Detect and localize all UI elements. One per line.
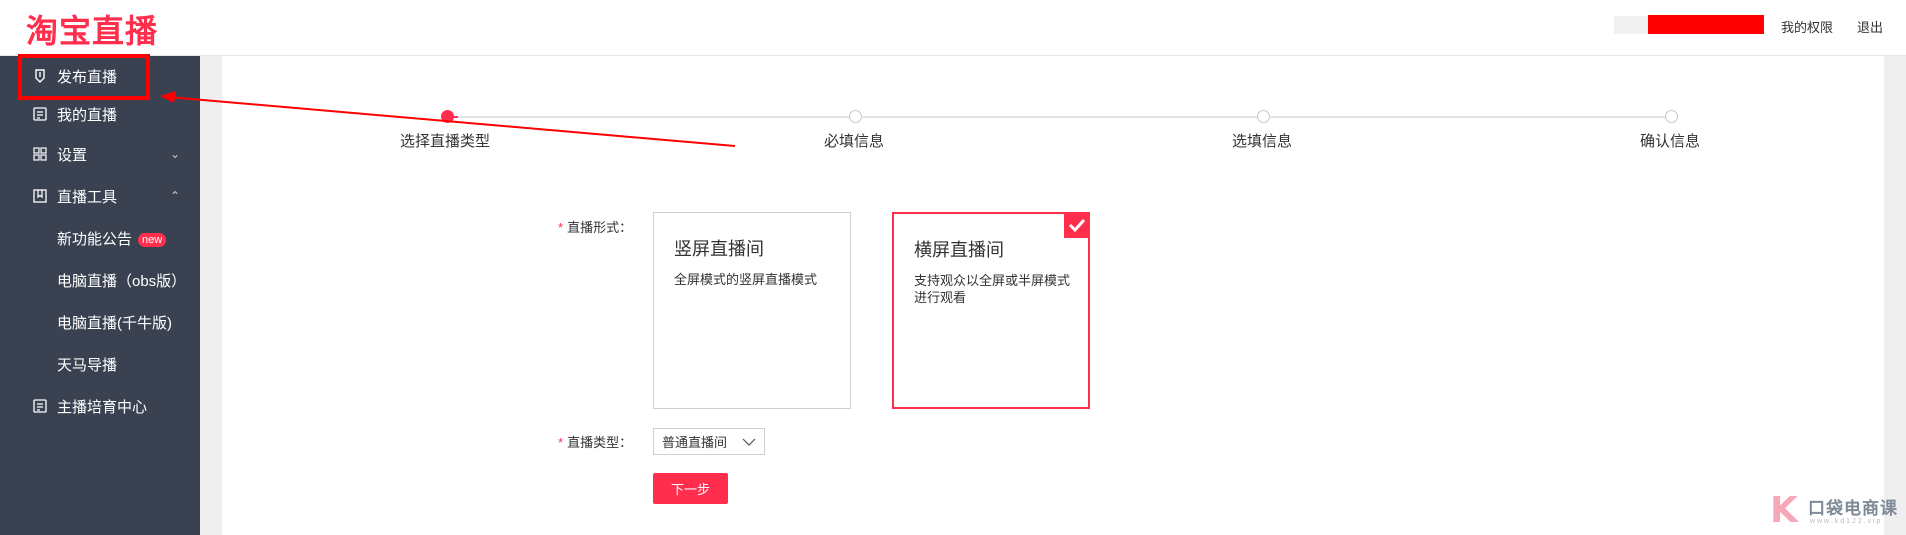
sidebar-item-label: 设置 [57, 146, 88, 164]
live-type-select[interactable]: 普通直播间 [653, 428, 765, 455]
step-dot-2 [849, 110, 862, 123]
sidebar-item-anchor-training[interactable]: 主播培育中心 [0, 386, 200, 426]
required-mark: * [558, 435, 564, 450]
required-mark: * [558, 220, 564, 235]
sidebar-item-live-tools[interactable]: 直播工具 ⌃ [0, 176, 200, 216]
taobao-live-logo[interactable]: 淘宝直播 [26, 6, 158, 52]
sidebar-subitem-text: 新功能公告 new [57, 228, 167, 249]
document-icon [32, 106, 48, 122]
live-type-label-text: 直播类型： [567, 435, 633, 450]
top-header: 淘宝直播 我的权限 退出 [0, 0, 1906, 56]
step-dot-3 [1257, 110, 1270, 123]
step-label-confirm-info: 确认信息 [1640, 133, 1701, 150]
document-icon [32, 398, 48, 414]
grid-icon [32, 146, 48, 162]
card-description: 支持观众以全屏或半屏模式进行观看 [914, 273, 1071, 305]
book-icon [32, 188, 48, 204]
portrait-live-card[interactable]: 竖屏直播间 全屏模式的竖屏直播模式 [653, 212, 851, 409]
sidebar-item-label: 新功能公告 [57, 230, 133, 248]
chevron-up-icon: ⌃ [170, 189, 181, 203]
sidebar-item-pc-live-obs[interactable]: 电脑直播（obs版） [0, 260, 200, 300]
user-avatar [1614, 16, 1648, 34]
logout-link[interactable]: 退出 [1857, 17, 1883, 36]
step-dot-4 [1665, 110, 1678, 123]
scrollbar-track[interactable] [1884, 56, 1906, 535]
step-label-required-info: 必填信息 [824, 133, 885, 150]
watermark-k-mark: K [1770, 490, 1798, 531]
sidebar-item-label: 主播培育中心 [57, 398, 148, 416]
chevron-down-icon [742, 435, 756, 449]
sidebar-item-new-features[interactable]: 新功能公告 new [0, 218, 200, 258]
redacted-username [1648, 15, 1764, 34]
sidebar-item-label: 我的直播 [57, 106, 118, 124]
next-step-button[interactable]: 下一步 [653, 473, 728, 504]
sidebar-item-label: 电脑直播(千牛版) [57, 314, 172, 332]
sidebar: 发布直播 我的直播 设置 ⌄ 直播工具 ⌃ 新功能公告 new 电脑直播（obs版… [0, 56, 200, 535]
sidebar-item-my-live[interactable]: 我的直播 [0, 94, 200, 134]
chevron-down-icon: ⌄ [170, 147, 181, 161]
card-title: 横屏直播间 [914, 240, 1004, 260]
sidebar-item-tianma-director[interactable]: 天马导播 [0, 344, 200, 384]
content-left-gutter [200, 56, 222, 535]
card-description: 全屏模式的竖屏直播模式 [674, 272, 818, 287]
step-label-select-type: 选择直播类型 [400, 133, 491, 150]
landscape-live-card[interactable]: 横屏直播间 支持观众以全屏或半屏模式进行观看 [892, 212, 1090, 409]
live-format-label-text: 直播形式： [567, 220, 633, 235]
step-label-optional-info: 选填信息 [1232, 133, 1293, 150]
my-permission-link[interactable]: 我的权限 [1781, 17, 1833, 36]
sidebar-item-settings[interactable]: 设置 ⌄ [0, 134, 200, 174]
sidebar-item-label: 天马导播 [57, 356, 118, 374]
sidebar-item-pc-live-qianniu[interactable]: 电脑直播(千牛版) [0, 302, 200, 342]
card-title: 竖屏直播间 [674, 239, 764, 259]
live-type-label: * 直播类型： [558, 432, 632, 451]
step-line [458, 116, 1676, 118]
watermark-text: 口袋电商课 [1808, 499, 1898, 518]
selected-check-icon [1064, 212, 1090, 238]
step-dot-1 [441, 110, 454, 123]
annotation-highlight-box [18, 54, 150, 100]
live-format-label: * 直播形式： [558, 217, 632, 236]
new-badge: new [138, 232, 167, 247]
watermark-logo: K 口袋电商课 w w w . k d 1 2 2 . v i p [1770, 490, 1898, 531]
sidebar-item-label: 电脑直播（obs版） [57, 272, 187, 290]
watermark-url: w w w . k d 1 2 2 . v i p [1810, 518, 1881, 525]
sidebar-item-label: 直播工具 [57, 188, 118, 206]
live-type-select-value: 普通直播间 [662, 435, 728, 450]
